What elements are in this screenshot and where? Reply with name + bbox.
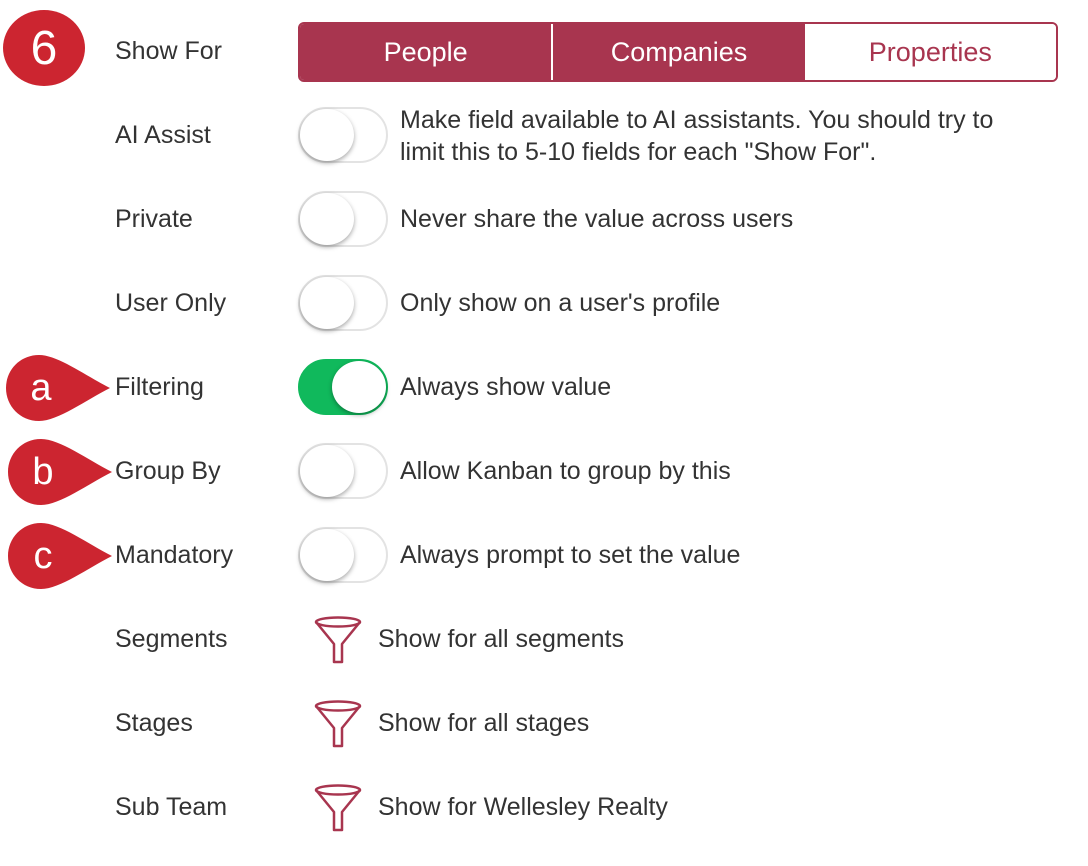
- ai-assist-label: AI Assist: [115, 121, 211, 149]
- mandatory-label: Mandatory: [115, 541, 234, 569]
- filtering-label: Filtering: [115, 373, 204, 401]
- toggle-knob: [300, 277, 354, 329]
- private-label: Private: [115, 205, 193, 233]
- toggle-knob: [332, 361, 386, 413]
- filtering-toggle[interactable]: [298, 359, 388, 415]
- step-number-badge: 6: [3, 10, 85, 86]
- group-by-description: Allow Kanban to group by this: [400, 457, 731, 485]
- group-by-label: Group By: [115, 457, 221, 485]
- filtering-description: Always show value: [400, 373, 612, 401]
- user-only-description: Only show on a user's profile: [400, 289, 721, 317]
- funnel-icon[interactable]: [312, 700, 364, 748]
- ai-assist-description: Make field available to AI assistants. Y…: [400, 106, 994, 166]
- funnel-icon[interactable]: [312, 616, 364, 664]
- show-for-option-people[interactable]: People: [300, 24, 554, 80]
- user-only-toggle[interactable]: [298, 275, 388, 331]
- mandatory-toggle[interactable]: [298, 527, 388, 583]
- toggle-knob: [300, 193, 354, 245]
- funnel-icon[interactable]: [312, 784, 364, 832]
- private-toggle[interactable]: [298, 191, 388, 247]
- toggle-knob: [300, 529, 354, 581]
- mandatory-description: Always prompt to set the value: [400, 541, 741, 569]
- sub-team-label: Sub Team: [115, 793, 228, 821]
- callout-a-marker: a: [6, 355, 110, 421]
- toggle-knob: [300, 109, 354, 161]
- show-for-segmented-control: People Companies Properties: [298, 22, 1058, 82]
- show-for-label: Show For: [115, 37, 222, 65]
- stages-label: Stages: [115, 709, 193, 737]
- segments-description[interactable]: Show for all segments: [378, 624, 624, 654]
- group-by-toggle[interactable]: [298, 443, 388, 499]
- callout-b-marker: b: [8, 439, 112, 505]
- toggle-knob: [300, 445, 354, 497]
- user-only-label: User Only: [115, 289, 227, 317]
- sub-team-description[interactable]: Show for Wellesley Realty: [378, 792, 668, 822]
- stages-description[interactable]: Show for all stages: [378, 708, 589, 738]
- show-for-option-companies[interactable]: Companies: [553, 24, 805, 80]
- callout-c-marker: c: [8, 523, 112, 589]
- private-description: Never share the value across users: [400, 205, 794, 233]
- segments-label: Segments: [115, 625, 228, 653]
- show-for-option-properties[interactable]: Properties: [804, 24, 1056, 80]
- ai-assist-toggle[interactable]: [298, 107, 388, 163]
